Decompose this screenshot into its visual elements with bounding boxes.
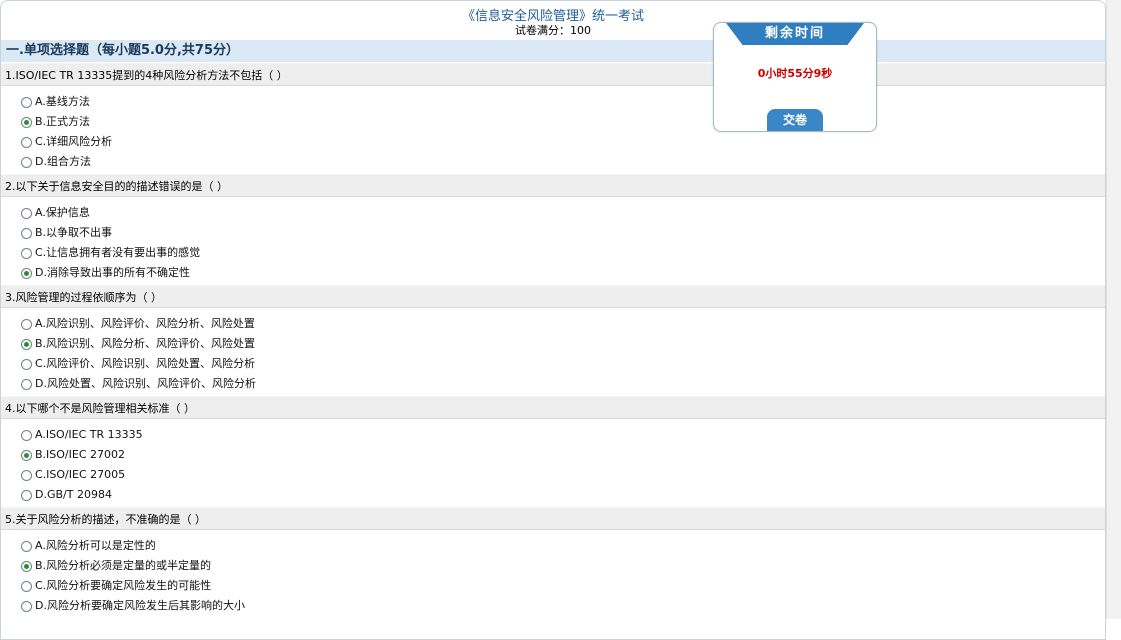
question-text: 5.关于风险分析的描述，不准确的是（ ） bbox=[1, 507, 1105, 530]
option-label: A.风险识别、风险评价、风险分析、风险处置 bbox=[35, 317, 255, 330]
timer-remaining: 0小时55分9秒 bbox=[757, 67, 833, 80]
radio-button[interactable] bbox=[21, 429, 32, 441]
option-label: A.风险分析可以是定性的 bbox=[35, 539, 156, 552]
section-title: 一.单项选择题（每小题5.0分,共75分） bbox=[1, 40, 1105, 62]
option-label: B.风险分析必须是定量的或半定量的 bbox=[35, 559, 212, 572]
option-label: B.以争取不出事 bbox=[35, 226, 113, 239]
option-row[interactable]: C.让信息拥有者没有要出事的感觉 bbox=[21, 244, 200, 262]
radio-button[interactable] bbox=[21, 318, 32, 330]
radio-button[interactable] bbox=[21, 489, 32, 501]
radio-button[interactable] bbox=[21, 207, 32, 219]
option-row[interactable]: B.风险识别、风险分析、风险评价、风险处置 bbox=[21, 335, 255, 353]
option-label: A.ISO/IEC TR 13335 bbox=[35, 428, 143, 441]
submit-button[interactable]: 交卷 bbox=[767, 109, 823, 131]
option-row[interactable]: A.基线方法 bbox=[21, 93, 90, 111]
option-label: C.详细风险分析 bbox=[35, 135, 113, 148]
option-row[interactable]: A.ISO/IEC TR 13335 bbox=[21, 426, 143, 444]
option-row[interactable]: A.风险分析可以是定性的 bbox=[21, 537, 156, 555]
radio-button[interactable] bbox=[21, 156, 32, 168]
scrollbar[interactable] bbox=[1106, 0, 1121, 619]
radio-button[interactable] bbox=[21, 469, 32, 481]
option-label: C.让信息拥有者没有要出事的感觉 bbox=[35, 246, 201, 259]
radio-button[interactable] bbox=[21, 560, 32, 572]
radio-button[interactable] bbox=[21, 267, 32, 279]
radio-button[interactable] bbox=[21, 227, 32, 239]
option-label: C.风险分析要确定风险发生的可能性 bbox=[35, 579, 212, 592]
option-row[interactable]: C.详细风险分析 bbox=[21, 133, 112, 151]
option-label: C.风险评价、风险识别、风险处置、风险分析 bbox=[35, 357, 256, 370]
radio-button[interactable] bbox=[21, 449, 32, 461]
option-row[interactable]: C.风险评价、风险识别、风险处置、风险分析 bbox=[21, 355, 255, 373]
option-label: C.ISO/IEC 27005 bbox=[35, 468, 126, 481]
option-row[interactable]: C.ISO/IEC 27005 bbox=[21, 466, 125, 484]
question-text: 3.风险管理的过程依顺序为（ ） bbox=[1, 285, 1105, 308]
question-text: 4.以下哪个不是风险管理相关标准（ ） bbox=[1, 396, 1105, 419]
option-label: D.消除导致出事的所有不确定性 bbox=[35, 266, 190, 279]
option-label: B.正式方法 bbox=[35, 115, 91, 128]
option-row[interactable]: C.风险分析要确定风险发生的可能性 bbox=[21, 577, 211, 595]
timer-label: 剩余时间 bbox=[726, 23, 864, 45]
radio-button[interactable] bbox=[21, 358, 32, 370]
option-label: D.风险处置、风险识别、风险评价、风险分析 bbox=[35, 377, 256, 390]
option-row[interactable]: B.以争取不出事 bbox=[21, 224, 112, 242]
radio-button[interactable] bbox=[21, 540, 32, 552]
radio-button[interactable] bbox=[21, 580, 32, 592]
timer-panel: 剩余时间 0小时55分9秒 交卷 bbox=[713, 22, 877, 132]
radio-button[interactable] bbox=[21, 338, 32, 350]
radio-button[interactable] bbox=[21, 600, 32, 612]
option-row[interactable]: D.风险分析要确定风险发生后其影响的大小 bbox=[21, 597, 245, 615]
radio-button[interactable] bbox=[21, 378, 32, 390]
option-row[interactable]: D.风险处置、风险识别、风险评价、风险分析 bbox=[21, 375, 256, 393]
option-row[interactable]: A.风险识别、风险评价、风险分析、风险处置 bbox=[21, 315, 255, 333]
option-label: B.ISO/IEC 27002 bbox=[35, 448, 125, 461]
option-row[interactable]: D.GB/T 20984 bbox=[21, 486, 112, 504]
option-label: D.GB/T 20984 bbox=[35, 488, 112, 501]
option-label: B.风险识别、风险分析、风险评价、风险处置 bbox=[35, 337, 256, 350]
radio-button[interactable] bbox=[21, 247, 32, 259]
option-label: D.风险分析要确定风险发生后其影响的大小 bbox=[35, 599, 245, 612]
radio-button[interactable] bbox=[21, 136, 32, 148]
option-row[interactable]: B.正式方法 bbox=[21, 113, 90, 131]
option-row[interactable]: A.保护信息 bbox=[21, 204, 90, 222]
option-label: A.保护信息 bbox=[35, 206, 90, 219]
option-row[interactable]: D.消除导致出事的所有不确定性 bbox=[21, 264, 190, 282]
option-row[interactable]: B.风险分析必须是定量的或半定量的 bbox=[21, 557, 211, 575]
radio-button[interactable] bbox=[21, 96, 32, 108]
option-row[interactable]: D.组合方法 bbox=[21, 153, 91, 171]
question-text: 2.以下关于信息安全目的的描述错误的是（ ） bbox=[1, 174, 1105, 197]
option-label: A.基线方法 bbox=[35, 95, 90, 108]
question-text: 1.ISO/IEC TR 13335提到的4种风险分析方法不包括（ ） bbox=[1, 63, 1105, 86]
exam-score: 试卷满分：100 bbox=[515, 24, 591, 37]
option-label: D.组合方法 bbox=[35, 155, 91, 168]
radio-button[interactable] bbox=[21, 116, 32, 128]
option-row[interactable]: B.ISO/IEC 27002 bbox=[21, 446, 125, 464]
